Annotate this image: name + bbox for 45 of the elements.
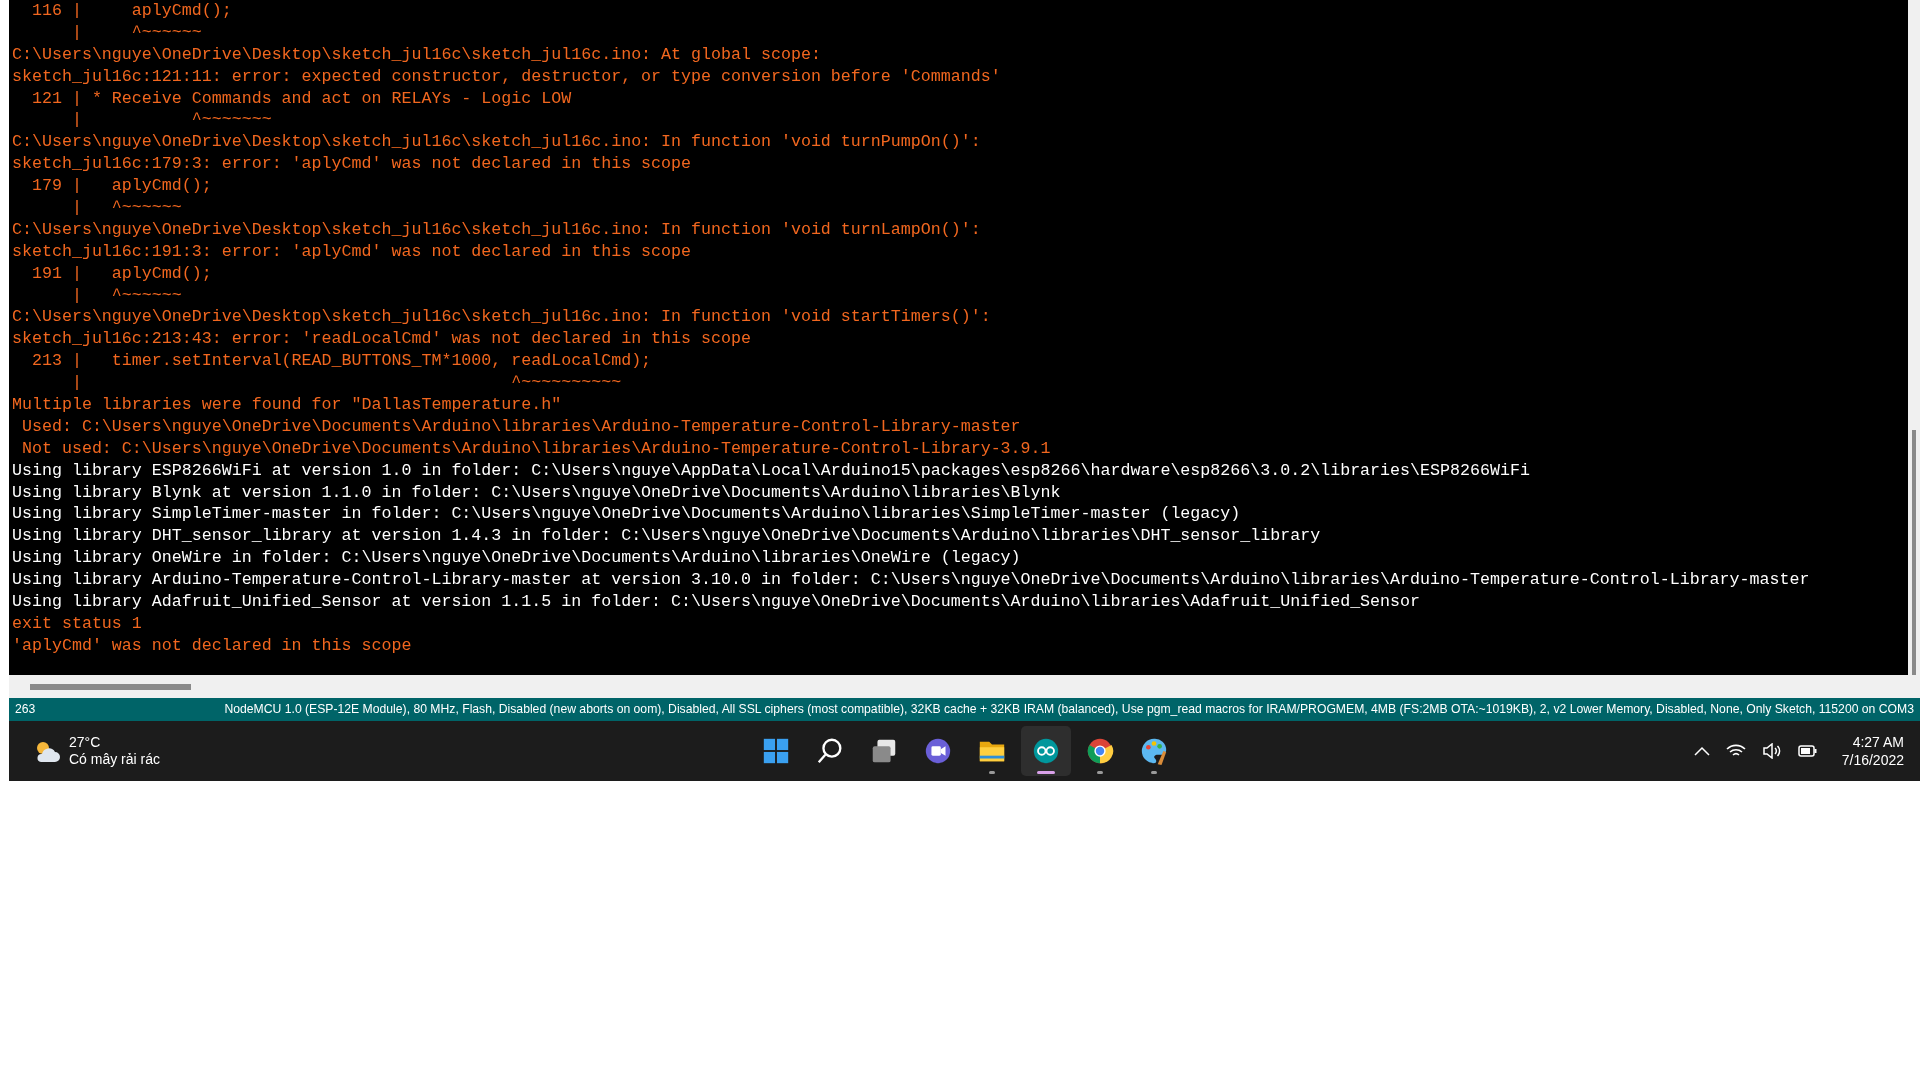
scrollbar-thumb[interactable] — [30, 684, 191, 690]
wifi-icon[interactable] — [1725, 743, 1746, 759]
error-line: 121 | * Receive Commands and act on RELAYs - Logic LOW — [30, 87, 572, 110]
error-line: C:\Users\nguye\OneDrive\Desktop\sketch_jul16c\sketch_jul16c.ino: In function 'void startTimers()': — [11, 306, 991, 329]
error-line: C:\Users\nguye\OneDrive\Desktop\sketch_jul16c\sketch_jul16c.ino: At global scope: — [11, 43, 821, 66]
temperature: 27°C — [69, 734, 102, 751]
error-line: C:\Users\nguye\OneDrive\Desktop\sketch_jul16c\sketch_jul16c.ino: In function 'void turnLampOn()': — [11, 218, 981, 241]
error-line: exit status 1 — [11, 612, 142, 635]
weather-condition: Có mây rải rác — [69, 751, 161, 768]
error-line: Not used: C:\Users\nguye\OneDrive\Documents\Arduino\libraries\Arduino-Temperature-Control-Library-3.9.1 — [21, 437, 1051, 460]
line-number: 263 — [15, 701, 36, 719]
error-line: | ^~~~~~~~~~~ — [70, 372, 622, 395]
battery-icon[interactable] — [1797, 743, 1818, 759]
scrollbar-thumb[interactable] — [1912, 430, 1916, 675]
error-line: | ^~~~~~~ — [70, 21, 202, 44]
log-line: Using library OneWire in folder: C:\Users\nguye\OneDrive\Documents\Arduino\libraries\OneWire (legacy) — [11, 547, 1021, 570]
error-line: 'aplyCmd' was not declared in this scope — [11, 634, 412, 657]
error-line: Used: C:\Users\nguye\OneDrive\Documents\Arduino\libraries\Arduino-Temperature-Control-Library-master — [21, 415, 1021, 438]
vertical-scrollbar[interactable] — [1908, 0, 1920, 675]
chevron-up-icon[interactable] — [1693, 746, 1710, 756]
horizontal-scrollbar[interactable] — [9, 675, 1920, 698]
error-line: 116 | aplyCmd(); — [30, 0, 232, 22]
taskbar-app-button[interactable] — [1020, 726, 1071, 776]
log-line: Using library Arduino-Temperature-Control-Library-master at version 3.10.0 in folder: C:\Users\nguye\OneDrive\Documents\Arduino\libraries\Arduino-Temperature-Control-Library-master — [11, 569, 1810, 592]
clock-time[interactable]: 4:27 AM — [1841, 733, 1904, 751]
error-line: | ^~~~~~~ — [70, 197, 182, 219]
error-line: sketch_jul16c:213:43: error: 'readLocalCmd' was not declared in this scope — [11, 328, 751, 351]
log-line: Using library Blynk at version 1.1.0 in folder: C:\Users\nguye\OneDrive\Documents\Arduino\libraries\Blynk — [11, 481, 1061, 504]
error-line: | ^~~~~~~~ — [70, 109, 272, 132]
error-line: 191 | aplyCmd(); — [30, 262, 212, 285]
error-line: | ^~~~~~~ — [70, 284, 182, 307]
error-line: sketch_jul16c:191:3: error: 'aplyCmd' was not declared in this scope — [11, 240, 692, 263]
log-line: Using library SimpleTimer-master in folder: C:\Users\nguye\OneDrive\Documents\Arduino\libraries\SimpleTimer-master (legacy) — [11, 503, 1241, 526]
log-line: Using library Adafruit_Unified_Sensor at version 1.1.5 in folder: C:\Users\nguye\OneDrive\Documents\Arduino\libraries\Adafruit_Unified_Sensor — [11, 591, 1421, 613]
error-line: sketch_jul16c:179:3: error: 'aplyCmd' was not declared in this scope — [11, 153, 692, 176]
error-line: C:\Users\nguye\OneDrive\Desktop\sketch_jul16c\sketch_jul16c.ino: In function 'void turnPumpOn()': — [11, 131, 981, 154]
clock-date[interactable]: 7/16/2022 — [1841, 751, 1904, 769]
error-line: 179 | aplyCmd(); — [30, 175, 212, 197]
error-line: Multiple libraries were found for "DallasTemperature.h" — [11, 394, 562, 416]
volume-icon[interactable] — [1761, 743, 1782, 759]
error-line: 213 | timer.setInterval(READ_BUTTONS_TM*1000, readLocalCmd); — [30, 350, 652, 373]
log-line: Using library ESP8266WiFi at version 1.0 in folder: C:\Users\nguye\AppData\Local\Arduino15\packages\esp8266\hardware\esp8266\3.0.2\libraries\ESP8266WiFi — [11, 459, 1530, 482]
log-line: Using library DHT_sensor_library at version 1.4.3 in folder: C:\Users\nguye\OneDrive\Documents\Arduino\libraries\DHT_sensor_library — [11, 525, 1321, 548]
board-settings: NodeMCU 1.0 (ESP-12E Module), 80 MHz, Flash, Disabled (new aborts on oom), Disabled, All SSL ciphers (most compatible), 32KB cache + 32KB IRAM (balanced), Use pgm_read macros for IRAM/PROGMEM, 4MB (FS:2MB OTA:~1019KB), 2, v2 Lower Memory, Disabled, None, Only Sketch, 115200 on COM3 — [224, 701, 1914, 719]
error-line: sketch_jul16c:121:11: error: expected constructor, destructor, or type conversion before 'Commands' — [11, 65, 1001, 88]
